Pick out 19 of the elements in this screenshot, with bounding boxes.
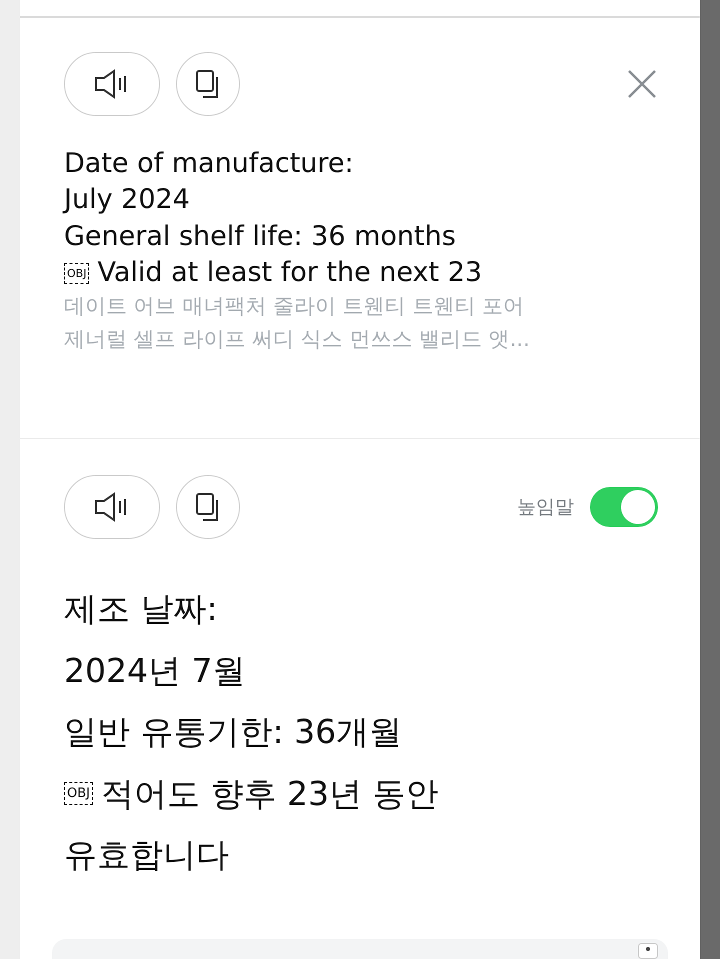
copy-icon — [195, 492, 221, 522]
close-icon — [626, 68, 658, 100]
source-text-line: July 2024 — [64, 184, 190, 217]
translation-text-line: 2024년 7월 — [64, 650, 246, 690]
object-marker: OBJ — [64, 782, 93, 806]
translation-text-line: 적어도 향후 23년 동안 — [101, 774, 438, 814]
source-text-line: Valid at least for the next 23 — [97, 257, 482, 290]
honorific-label: 높임말 — [517, 495, 574, 520]
object-marker: OBJ — [64, 262, 90, 284]
pronunciation-line: 데이트 어브 매녀팩처 줄라이 트웬티 트웬티 포어 — [64, 292, 526, 320]
copy-icon — [195, 69, 221, 99]
honorific-toggle[interactable] — [590, 487, 658, 527]
translation-text-line: 일반 유통기한: 36개월 — [64, 712, 402, 752]
source-text-line: Date of manufacture: — [64, 148, 354, 180]
close-button[interactable] — [626, 68, 658, 100]
translation-text-line: 유효합니다 — [64, 835, 229, 875]
source-text-line: General shelf life: 36 months — [64, 220, 456, 254]
pronunciation-line: 제너럴 셀프 라이프 써디 식스 먼쓰스 밸리드 앳... — [64, 326, 531, 354]
translation-text-line: 제조 날짜: — [64, 589, 218, 629]
